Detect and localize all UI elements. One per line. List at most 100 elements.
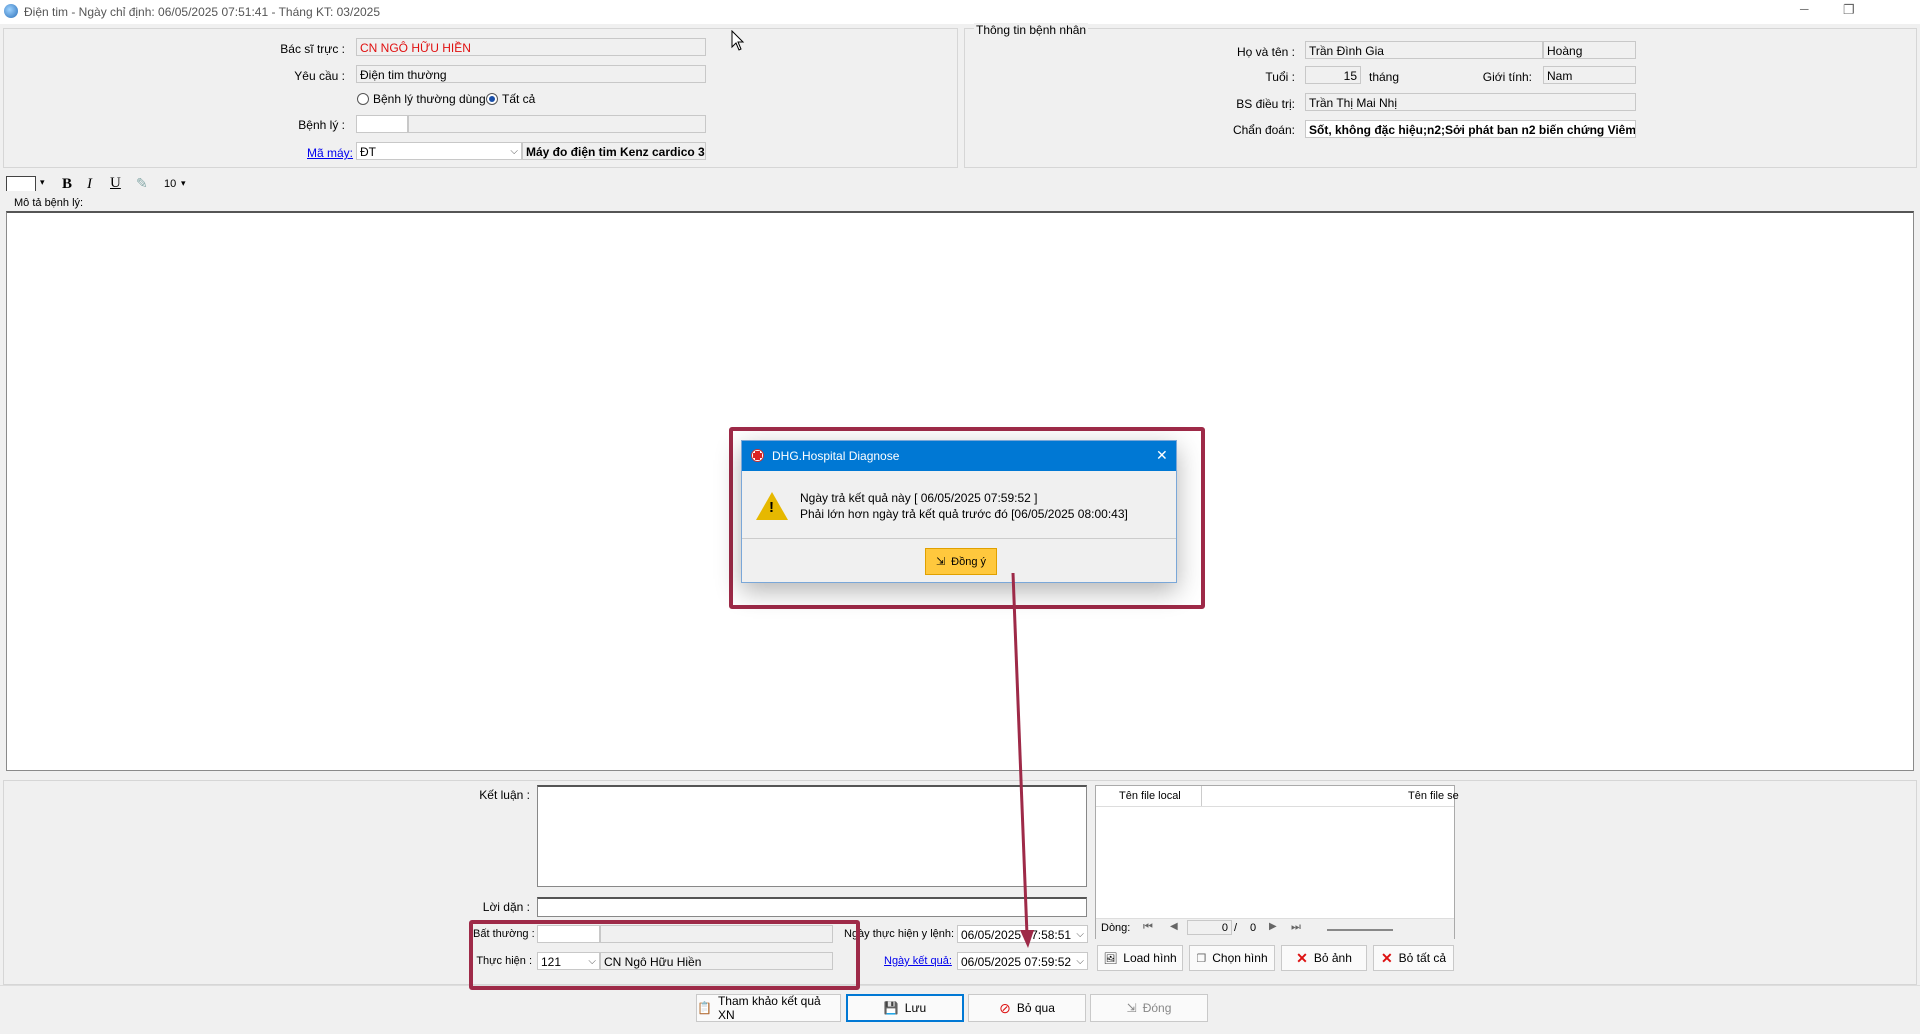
radio-all[interactable] [486, 93, 498, 105]
window-title: Điện tim - Ngày chỉ định: 06/05/2025 07:… [24, 5, 381, 19]
restore-button[interactable]: ❐ [1843, 2, 1855, 18]
doctor-label: Bác sĩ trực : [280, 42, 345, 56]
row-separator: / [1234, 922, 1238, 934]
machine-code-value: ĐT [360, 145, 376, 159]
gender-field: Nam [1543, 66, 1636, 84]
prev-record-icon[interactable]: ◀ [1170, 921, 1178, 932]
color-picker[interactable] [6, 176, 36, 191]
machine-code-select[interactable]: ĐT ⌵ [356, 142, 522, 160]
dialog-close-icon[interactable]: ✕ [1156, 447, 1168, 464]
radio-common-label: Bệnh lý thường dùng [373, 92, 486, 106]
load-image-button[interactable]: 🖼 Load hình [1097, 945, 1183, 971]
machine-name-field: Máy đo điện tim Kenz cardico 3 [522, 142, 706, 160]
dialog-ok-label: Đồng ý [951, 555, 987, 568]
dialog-ok-button[interactable]: ⇲ Đồng ý [925, 548, 997, 575]
row-label: Dòng: [1101, 922, 1131, 934]
alert-dialog: DHG.Hospital Diagnose ✕ ! Ngày trả kết q… [741, 440, 1177, 583]
dialog-title-bar: DHG.Hospital Diagnose ✕ [742, 441, 1176, 471]
reference-results-button[interactable]: 📋 Tham khảo kết quả XN [696, 994, 841, 1022]
document-icon: 📋 [697, 1001, 712, 1015]
close-icon: ✕ [1380, 949, 1393, 966]
exit-icon: ⇲ [1126, 1001, 1137, 1015]
advice-field[interactable] [537, 897, 1087, 917]
result-date-link[interactable]: Ngày kết quả: [884, 955, 952, 967]
underline-button[interactable]: U [110, 175, 121, 192]
app-icon [4, 4, 18, 18]
result-date-picker[interactable]: 06/05/2025 07:59:52 ⌵ [957, 952, 1088, 970]
choose-image-label: Chọn hình [1212, 951, 1268, 965]
bold-button[interactable]: B [62, 176, 72, 193]
conclusion-textarea[interactable] [537, 785, 1087, 887]
remove-all-label: Bỏ tất cả [1398, 951, 1447, 965]
eraser-icon[interactable]: ✎ [136, 175, 148, 192]
floppy-icon: 💾 [883, 1001, 899, 1015]
dialog-title: DHG.Hospital Diagnose [772, 449, 900, 463]
patient-group-title: Thông tin bệnh nhân [974, 23, 1089, 37]
save-label: Lưu [904, 1001, 927, 1015]
chevron-down-icon[interactable]: ⌵ [1076, 953, 1084, 969]
age-label: Tuổi : [1265, 70, 1295, 84]
col-divider [1201, 786, 1202, 806]
font-size-select[interactable]: 10 [164, 178, 176, 190]
col-server-filename[interactable]: Tên file se [1408, 790, 1459, 802]
zoom-slider[interactable] [1327, 929, 1393, 931]
skip-label: Bỏ qua [1016, 1001, 1055, 1015]
disease-name-field[interactable] [408, 115, 706, 133]
close-label: Đóng [1142, 1001, 1172, 1015]
patient-name-field-2: Hoàng [1543, 41, 1636, 59]
dialog-divider [742, 538, 1176, 539]
next-record-icon[interactable]: ▶ [1269, 921, 1277, 932]
advice-label: Lời dặn : [482, 900, 530, 914]
treating-doctor-field: Trần Thị Mai Nhị [1305, 93, 1636, 111]
disease-label: Bệnh lý : [298, 118, 345, 132]
col-local-filename[interactable]: Tên file local [1119, 790, 1181, 802]
request-field[interactable]: Điện tim thường [356, 65, 706, 83]
exit-icon: ⇲ [935, 556, 946, 568]
disease-code-field[interactable] [356, 115, 408, 133]
picture-icon: 🖼 [1103, 952, 1118, 965]
highlight-performer-box [469, 920, 860, 990]
last-record-icon[interactable]: ⏭ [1291, 921, 1301, 934]
choose-image-button[interactable]: ❐ Chọn hình [1189, 945, 1275, 971]
conclusion-label: Kết luận : [479, 788, 530, 802]
mouse-cursor-icon [731, 30, 745, 51]
file-grid[interactable] [1095, 785, 1455, 939]
diagnosis-field: Sốt, không đặc hiệu;n2;Sởi phát ban n2 b… [1305, 120, 1636, 138]
current-row-field[interactable]: 0 [1187, 920, 1232, 935]
cancel-icon: ⊘ [999, 999, 1011, 1016]
description-label: Mô tả bệnh lý: [14, 197, 84, 209]
title-bar: Điện tim - Ngày chỉ định: 06/05/2025 07:… [0, 0, 1920, 24]
load-image-label: Load hình [1123, 951, 1177, 965]
save-button[interactable]: 💾 Lưu [846, 994, 964, 1022]
patient-name-field: Trần Đình Gia [1305, 41, 1543, 59]
order-date-label: Ngày thực hiện y lệnh: [844, 928, 955, 940]
minimize-button[interactable]: ─ [1800, 2, 1809, 16]
chevron-down-icon[interactable]: ⌵ [1076, 926, 1084, 942]
remove-image-label: Bỏ ảnh [1313, 951, 1352, 965]
order-date-picker[interactable]: 06/05/2025 07:58:51 ⌵ [957, 925, 1088, 943]
dialog-message-line1: Ngày trả kết quả này [ 06/05/2025 07:59:… [800, 491, 1038, 505]
doctor-field[interactable]: CN NGÔ HỮU HIỀN [356, 38, 706, 56]
remove-image-button[interactable]: ✕ Bỏ ảnh [1281, 945, 1367, 971]
age-unit: tháng [1369, 70, 1400, 84]
dialog-message-line2: Phải lớn hơn ngày trả kết quả trước đó [… [800, 507, 1128, 521]
hospital-icon-cross-h [753, 453, 762, 458]
radio-all-label: Tất cả [502, 92, 536, 106]
remove-all-button[interactable]: ✕ Bỏ tất cả [1373, 945, 1454, 971]
close-icon: ✕ [1296, 949, 1308, 966]
italic-button[interactable]: I [87, 176, 92, 193]
font-size-dropdown-icon[interactable]: ▾ [181, 178, 186, 189]
copy-icon: ❐ [1196, 952, 1207, 965]
radio-common-diseases[interactable] [357, 93, 369, 105]
treating-doctor-label: BS điều trị: [1236, 97, 1295, 111]
warning-icon-mark: ! [769, 499, 774, 516]
diagnosis-label: Chẩn đoán: [1232, 123, 1295, 137]
skip-button[interactable]: ⊘ Bỏ qua [968, 994, 1086, 1022]
order-date-value: 06/05/2025 07:58:51 [961, 928, 1072, 942]
machine-code-link[interactable]: Mã máy: [307, 146, 353, 160]
result-date-value: 06/05/2025 07:59:52 [961, 955, 1072, 969]
chevron-down-icon[interactable]: ⌵ [510, 143, 518, 159]
close-button[interactable]: ⇲ Đóng [1090, 994, 1208, 1022]
first-record-icon[interactable]: ⏮ [1143, 921, 1153, 934]
color-dropdown-icon[interactable]: ▾ [40, 177, 45, 188]
